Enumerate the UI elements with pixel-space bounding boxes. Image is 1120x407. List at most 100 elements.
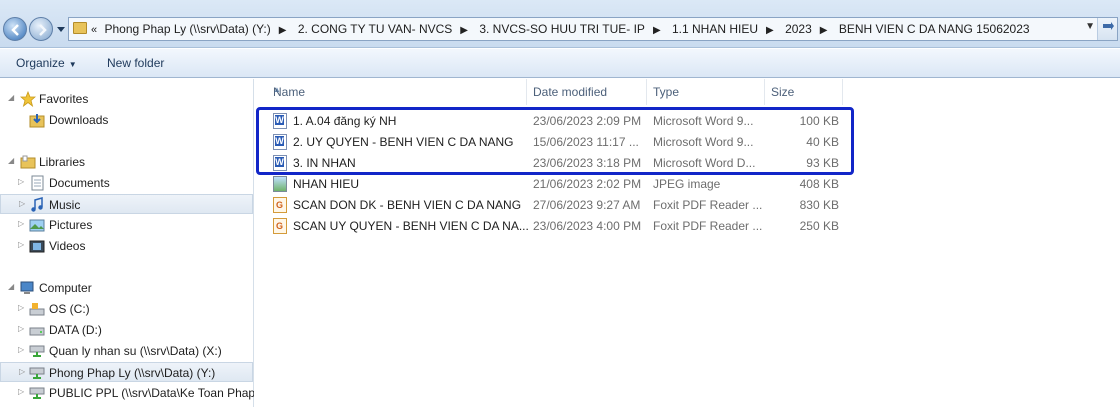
expand-triangle-icon[interactable]: ▷ xyxy=(18,324,24,333)
music-note-icon xyxy=(31,197,43,212)
breadcrumb-item[interactable]: 2. CONG TY TU VAN- NVCS xyxy=(298,22,452,36)
libraries-icon xyxy=(20,155,36,169)
file-name: 3. IN NHAN xyxy=(293,156,356,170)
back-button[interactable] xyxy=(3,17,27,41)
expand-triangle-icon[interactable]: ▷ xyxy=(19,367,25,376)
os-drive-icon xyxy=(29,303,45,316)
breadcrumb-item[interactable]: BENH VIEN C DA NANG 15062023 xyxy=(839,22,1030,36)
file-name: 1. A.04 đăng ký NH xyxy=(293,114,397,128)
breadcrumb-separator-icon[interactable]: ▶ xyxy=(766,25,774,36)
table-row[interactable]: SCAN DON DK - BENH VIEN C DA NANG 27/06/… xyxy=(269,194,841,215)
nav-label: Downloads xyxy=(49,113,109,127)
expand-triangle-icon[interactable]: ▷ xyxy=(18,303,24,312)
hard-drive-icon xyxy=(29,327,45,336)
pdf-icon xyxy=(273,218,287,234)
nav-pictures[interactable]: ▷ Pictures xyxy=(0,215,254,235)
column-header-date[interactable]: Date modified xyxy=(527,79,647,105)
expand-triangle-icon[interactable]: ▷ xyxy=(18,219,24,228)
breadcrumb-item[interactable]: Phong Phap Ly (\\srv\Data) (Y:) xyxy=(104,22,270,36)
file-type: JPEG image xyxy=(653,177,721,191)
collapse-triangle-icon[interactable]: ◢ xyxy=(8,93,14,102)
table-row[interactable]: 3. IN NHAN 23/06/2023 3:18 PM Microsoft … xyxy=(269,152,841,173)
breadcrumb-item[interactable]: 1.1 NHAN HIEU xyxy=(672,22,758,36)
nav-computer[interactable]: ◢ Computer xyxy=(0,278,254,298)
nav-label: OS (C:) xyxy=(49,302,90,316)
downloads-icon xyxy=(29,114,45,128)
expand-triangle-icon[interactable]: ▷ xyxy=(18,345,24,354)
nav-label: Libraries xyxy=(39,155,86,169)
expand-triangle-icon[interactable]: ▷ xyxy=(18,387,24,396)
file-size: 408 KB xyxy=(799,177,839,191)
videos-icon xyxy=(29,240,45,253)
nav-label: Documents xyxy=(49,176,110,190)
recent-pages-dropdown[interactable] xyxy=(56,24,66,34)
file-name: NHAN HIEU xyxy=(293,177,360,191)
file-date: 23/06/2023 4:00 PM xyxy=(533,219,642,233)
nav-favorites[interactable]: ◢ Favorites xyxy=(0,89,254,109)
breadcrumb-separator-icon[interactable]: ▶ xyxy=(820,25,828,36)
file-name: SCAN DON DK - BENH VIEN C DA NANG xyxy=(293,198,522,212)
nav-music[interactable]: ▷ Music xyxy=(0,194,253,214)
expand-triangle-icon[interactable]: ▷ xyxy=(18,240,24,249)
nav-documents[interactable]: ▷ Documents xyxy=(0,173,254,193)
nav-label: Favorites xyxy=(39,92,89,106)
organize-button[interactable]: Organize ▼ xyxy=(16,56,77,70)
breadcrumb-separator-icon[interactable]: ▶ xyxy=(279,25,287,36)
table-row[interactable]: 1. A.04 đăng ký NH 23/06/2023 2:09 PM Mi… xyxy=(269,110,841,131)
collapse-triangle-icon[interactable]: ◢ xyxy=(8,282,14,291)
refresh-button[interactable] xyxy=(1097,18,1117,40)
breadcrumb-separator-icon[interactable]: ▶ xyxy=(653,25,661,36)
nav-label: Computer xyxy=(39,281,92,295)
address-box[interactable]: « Phong Phap Ly (\\srv\Data) (Y:) ▶ 2. CO… xyxy=(68,17,1118,41)
nav-label: Music xyxy=(49,198,81,212)
nav-drive-y[interactable]: ▷ Phong Phap Ly (\\srv\Data) (Y:) xyxy=(0,362,253,382)
nav-drive-d[interactable]: ▷ DATA (D:) xyxy=(0,320,254,340)
breadcrumb-overflow[interactable]: « xyxy=(91,24,97,36)
column-header-label: Name xyxy=(273,85,306,99)
new-folder-label: New folder xyxy=(107,56,165,70)
jpeg-icon xyxy=(273,176,287,192)
breadcrumb-item[interactable]: 2023 xyxy=(785,22,812,36)
column-header-size[interactable]: Size xyxy=(765,79,843,105)
file-type: Microsoft Word D... xyxy=(653,156,756,170)
column-header-label: Date modified xyxy=(533,85,608,99)
nav-drive-x[interactable]: ▷ Quan ly nhan su (\\srv\Data) (X:) xyxy=(0,341,254,361)
file-date: 21/06/2023 2:02 PM xyxy=(533,177,642,191)
expand-triangle-icon[interactable]: ▷ xyxy=(18,177,24,186)
file-size: 830 KB xyxy=(799,198,839,212)
nav-drive-c[interactable]: ▷ OS (C:) xyxy=(0,299,254,319)
file-date: 27/06/2023 9:27 AM xyxy=(533,198,641,212)
breadcrumb-separator-icon[interactable]: ▶ xyxy=(460,25,468,36)
column-header-type[interactable]: Type xyxy=(647,79,765,105)
column-header-name[interactable]: ▲ Name xyxy=(267,79,527,105)
computer-icon xyxy=(20,281,34,294)
breadcrumb-item[interactable]: 3. NVCS-SO HUU TRI TUE- IP xyxy=(479,22,645,36)
nav-label: Videos xyxy=(49,239,86,253)
chevron-down-icon: ▼ xyxy=(68,60,77,69)
table-row[interactable]: 2. UY QUYEN - BENH VIEN C DA NANG 15/06/… xyxy=(269,131,841,152)
file-date: 15/06/2023 11:17 ... xyxy=(533,135,639,149)
forward-button[interactable] xyxy=(29,17,53,41)
back-arrow-icon xyxy=(11,24,19,36)
nav-label: PUBLIC PPL (\\srv\Data\Ke Toan Phap xyxy=(49,386,254,400)
table-row[interactable]: NHAN HIEU 21/06/2023 2:02 PM JPEG image … xyxy=(269,173,841,194)
table-row[interactable]: SCAN UY QUYEN - BENH VIEN C DA NA... 23/… xyxy=(269,215,841,236)
collapse-triangle-icon[interactable]: ◢ xyxy=(8,156,14,165)
column-header-label: Type xyxy=(653,85,680,99)
expand-triangle-icon[interactable]: ▷ xyxy=(19,199,25,208)
network-drive-icon xyxy=(29,387,45,399)
address-dropdown-icon[interactable]: ▼ xyxy=(1085,21,1095,32)
nav-downloads[interactable]: Downloads xyxy=(0,110,254,130)
command-bar: Organize ▼ New folder xyxy=(0,49,1120,78)
nav-label: Phong Phap Ly (\\srv\Data) (Y:) xyxy=(49,366,216,380)
nav-videos[interactable]: ▷ Videos xyxy=(0,236,254,256)
nav-label: Quan ly nhan su (\\srv\Data) (X:) xyxy=(49,344,222,358)
nav-label: DATA (D:) xyxy=(49,323,102,337)
word-doc-icon xyxy=(273,155,287,171)
address-bar-region: « Phong Phap Ly (\\srv\Data) (Y:) ▶ 2. CO… xyxy=(0,0,1120,48)
nav-libraries[interactable]: ◢ Libraries xyxy=(0,152,254,172)
nav-drive-public[interactable]: ▷ PUBLIC PPL (\\srv\Data\Ke Toan Phap xyxy=(0,383,254,403)
new-folder-button[interactable]: New folder xyxy=(107,56,164,70)
file-size: 250 KB xyxy=(799,219,839,233)
file-date: 23/06/2023 2:09 PM xyxy=(533,114,642,128)
